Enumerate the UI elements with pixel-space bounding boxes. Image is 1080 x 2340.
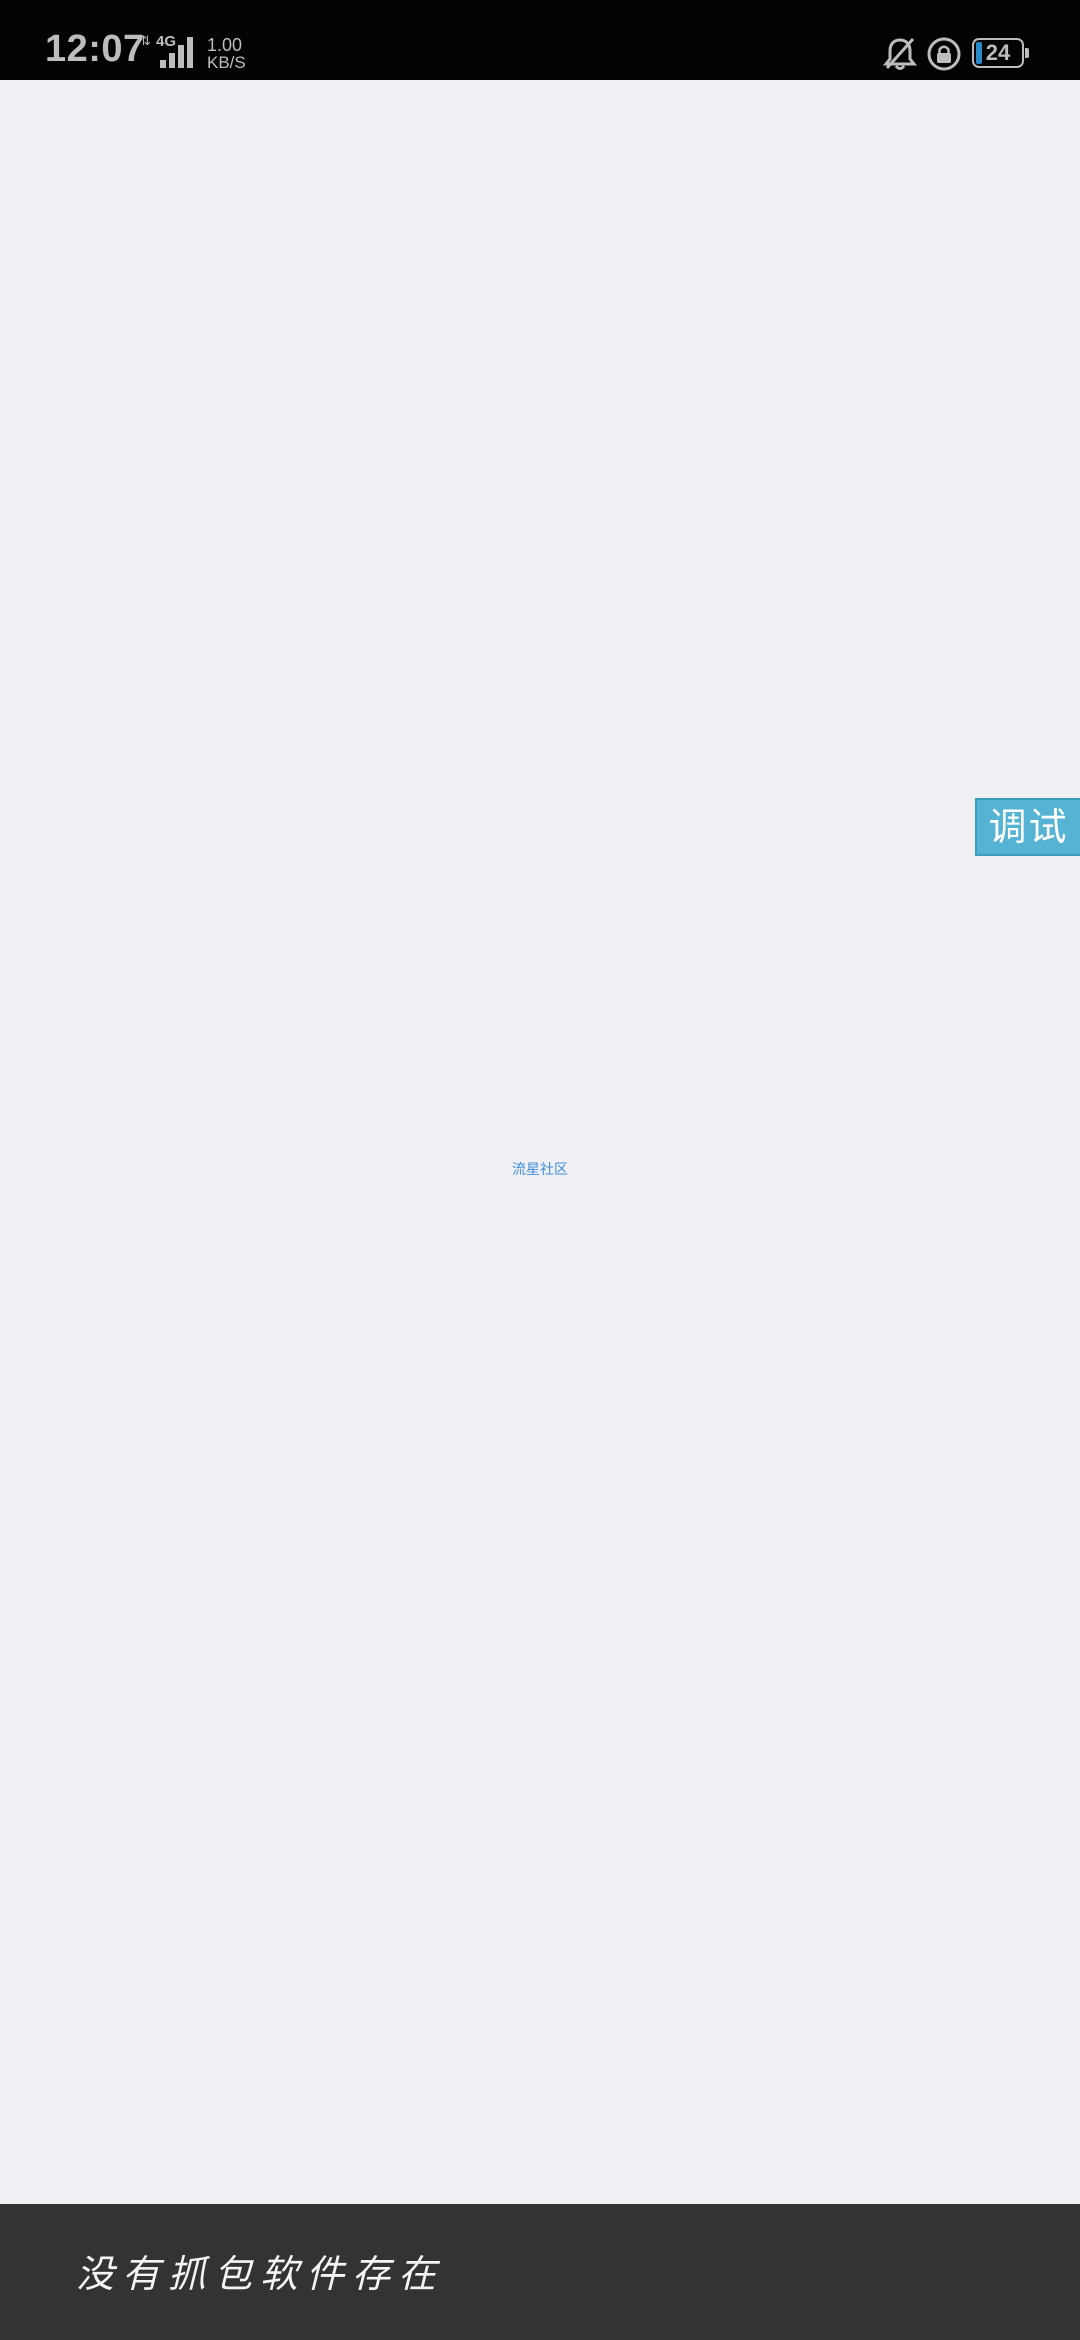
signal-icon <box>160 37 193 68</box>
battery-level: 24 <box>985 40 1011 65</box>
status-time: 12:07 <box>45 28 145 70</box>
network-speed-value: 1.00 <box>207 35 243 55</box>
data-transfer-icon: ⇅ <box>140 33 151 48</box>
toast-message: 没有抓包软件存在 <box>76 2252 445 2296</box>
battery-icon: 24 <box>972 38 1029 68</box>
community-link[interactable]: 流星社区 <box>0 1160 1080 1180</box>
network-speed: 1.00 KB/S <box>207 35 246 72</box>
status-bar: 12:07 ⇅ 4G 1.00 KB/S 24 <box>0 0 1080 80</box>
debug-button[interactable]: 调试 <box>975 798 1080 856</box>
toast-message-bar: 没有抓包软件存在 <box>0 2204 1080 2340</box>
network-speed-unit: KB/S <box>207 53 246 72</box>
rotation-lock-icon <box>927 37 961 71</box>
mute-bell-icon <box>882 37 918 70</box>
